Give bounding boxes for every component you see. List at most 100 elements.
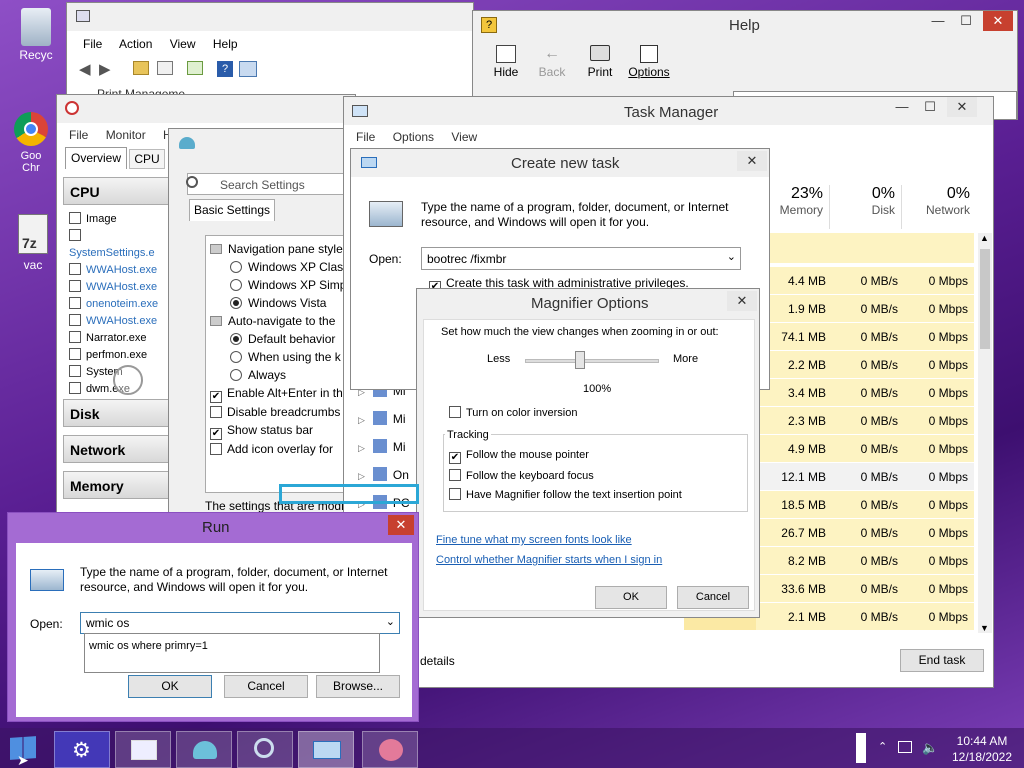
mmc-menu-action[interactable]: Action [119, 37, 152, 51]
forward-arrow-icon[interactable]: ▶ [99, 60, 111, 78]
setting-radio-5[interactable]: Default behavior [210, 330, 356, 348]
process-row-name[interactable]: ▷ Mi [358, 411, 406, 431]
radio-button[interactable] [230, 351, 242, 363]
resmon-section-cpu[interactable]: CPU [63, 177, 169, 205]
help-btn-back[interactable]: ← Back [535, 45, 569, 79]
process-row-name[interactable]: ▷ Mi [358, 439, 406, 459]
help-btn-hide[interactable]: Hide [489, 45, 523, 79]
resmon-section-network[interactable]: Network [63, 435, 169, 463]
setting-check-8[interactable]: ✔ Enable Alt+Enter in th [210, 384, 356, 403]
zoom-slider-thumb[interactable] [575, 351, 585, 369]
magnifier-ok-button[interactable]: OK [595, 586, 667, 609]
clock[interactable]: 10:44 AM 12/18/2022 [950, 733, 1014, 765]
checkbox[interactable] [69, 263, 81, 275]
radio-button[interactable] [230, 333, 242, 345]
resmon-process-7[interactable]: perfmon.exe [69, 347, 169, 364]
checkbox[interactable] [69, 348, 81, 360]
follow-mouse-option[interactable]: ✔ Follow the mouse pointer [449, 449, 589, 464]
resmon-menu-monitor[interactable]: Monitor [106, 128, 146, 142]
scroll-up-icon[interactable]: ▲ [980, 233, 989, 243]
resmon-process-1[interactable]: SystemSettings.e [69, 228, 169, 262]
taskmgr-header-disk[interactable]: 0% Disk [830, 185, 902, 229]
run-cancel-button[interactable]: Cancel [224, 675, 308, 698]
checkbox[interactable] [210, 443, 222, 455]
tab-basic-settings[interactable]: Basic Settings [189, 199, 275, 221]
color-inversion-option[interactable]: Turn on color inversion [449, 406, 577, 419]
run-suggestion[interactable]: wmic os where primry=1 [89, 640, 208, 652]
taskmgr-menu-file[interactable]: File [356, 130, 375, 144]
follow-text-checkbox[interactable] [449, 488, 461, 500]
setting-check-11[interactable]: Add icon overlay for [210, 440, 356, 458]
color-inversion-checkbox[interactable] [449, 406, 461, 418]
checkbox[interactable] [69, 382, 81, 394]
taskbar-shell[interactable] [176, 731, 232, 768]
checkbox[interactable] [69, 280, 81, 292]
follow-keyboard-checkbox[interactable] [449, 469, 461, 481]
resmon-process-2[interactable]: WWAHost.exe [69, 262, 169, 279]
checkbox[interactable] [69, 365, 81, 377]
checkbox[interactable] [210, 406, 222, 418]
checkbox[interactable] [69, 331, 81, 343]
help-btn-options[interactable]: Options [627, 45, 671, 79]
mmc-menu-help[interactable]: Help [213, 37, 238, 51]
volume-muted-icon[interactable]: 🔈 [922, 740, 938, 756]
setting-radio-7[interactable]: Always [210, 366, 356, 384]
follow-mouse-checkbox[interactable]: ✔ [449, 452, 461, 464]
settings-search[interactable]: Search Settings [186, 173, 357, 195]
taskbar-magnifier[interactable] [237, 731, 293, 768]
setting-radio-6[interactable]: When using the k [210, 348, 356, 366]
checkbox[interactable] [69, 297, 81, 309]
expand-icon[interactable]: ▷ [358, 443, 365, 453]
run-ok-button[interactable]: OK [128, 675, 212, 698]
close-icon[interactable]: ✕ [388, 515, 414, 535]
desktop-icon-7zip[interactable]: 7z vac [10, 214, 56, 284]
resmon-tab-cpu[interactable]: CPU [129, 149, 165, 169]
close-icon[interactable]: ✕ [947, 97, 977, 117]
checkbox[interactable] [69, 314, 81, 326]
taskmgr-scrollbar[interactable]: ▲ ▼ [978, 233, 992, 633]
radio-button[interactable] [230, 369, 242, 381]
maximize-icon[interactable]: ☐ [951, 11, 981, 31]
export-icon[interactable] [187, 61, 203, 75]
help-icon[interactable]: ? [217, 61, 233, 77]
taskbar-settings[interactable]: ⚙ [54, 731, 110, 768]
close-icon[interactable]: ✕ [983, 11, 1013, 31]
create-task-open-input[interactable]: bootrec /fixmbr ⌄ [421, 247, 741, 270]
resmon-menu-file[interactable]: File [69, 128, 88, 142]
back-arrow-icon[interactable]: ◀ [79, 60, 91, 78]
maximize-icon[interactable]: ☐ [915, 97, 945, 117]
radio-button[interactable] [230, 279, 242, 291]
fewer-details-link[interactable]: details [420, 654, 455, 668]
taskmgr-menu-view[interactable]: View [451, 130, 477, 144]
resmon-tab-overview[interactable]: Overview [65, 147, 127, 169]
checkbox[interactable] [69, 212, 81, 224]
minimize-icon[interactable]: — [887, 97, 917, 117]
mmc-menu-view[interactable]: View [170, 37, 196, 51]
chevron-up-icon[interactable]: ⌃ [878, 740, 887, 753]
setting-radio-1[interactable]: Windows XP Clas [210, 258, 356, 276]
start-button[interactable]: ➤ [0, 728, 48, 768]
resmon-process-0[interactable]: Image [69, 211, 169, 228]
minimize-icon[interactable]: — [923, 11, 953, 31]
setting-check-10[interactable]: ✔ Show status bar [210, 421, 356, 440]
run-autocomplete[interactable]: wmic os where primry=1 [84, 633, 380, 673]
resmon-section-disk[interactable]: Disk [63, 399, 169, 427]
fine-tune-fonts-link[interactable]: Fine tune what my screen fonts look like [436, 534, 632, 546]
resmon-process-5[interactable]: WWAHost.exe [69, 313, 169, 330]
expand-icon[interactable]: ▷ [358, 415, 365, 425]
close-icon[interactable]: ✕ [727, 291, 757, 311]
taskmgr-menu-options[interactable]: Options [393, 130, 434, 144]
setting-radio-2[interactable]: Windows XP Simp [210, 276, 356, 294]
follow-text-option[interactable]: Have Magnifier follow the text insertion… [449, 488, 682, 501]
checkbox[interactable]: ✔ [210, 428, 222, 440]
resmon-section-memory[interactable]: Memory [63, 471, 169, 499]
close-icon[interactable]: ✕ [737, 151, 767, 171]
help-btn-print[interactable]: Print [583, 45, 617, 79]
run-open-input[interactable]: wmic os ⌄ [80, 612, 400, 634]
network-icon[interactable] [898, 741, 912, 753]
checkbox[interactable] [69, 229, 81, 241]
taskbar-paint[interactable] [362, 731, 418, 768]
mmc-menu-file[interactable]: File [83, 37, 102, 51]
properties-icon[interactable] [157, 61, 173, 75]
magnifier-startup-link[interactable]: Control whether Magnifier starts when I … [436, 554, 662, 566]
